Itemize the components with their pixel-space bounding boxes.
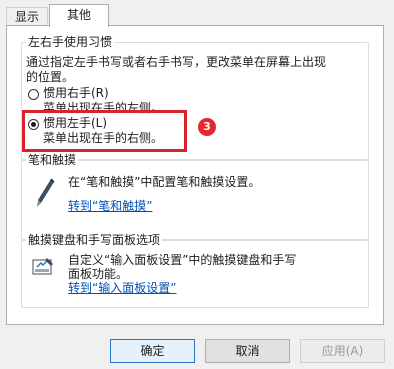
touch-keyboard-description-line2: 面板功能。: [68, 267, 129, 281]
tab-panel: 左右手使用习惯 通过指定左手书写或者右手书写，更改菜单在屏幕上出现 的位置。 惯…: [6, 25, 384, 325]
pen-touch-group: 笔和触摸 在“笔和触摸”中配置笔和触摸设置。 转到“笔和触摸”: [21, 152, 369, 240]
highlight-box: [22, 110, 187, 152]
touch-keyboard-description-line1: 自定义“输入面板设置”中的触摸键盘和手写: [68, 253, 297, 267]
touch-keyboard-group-title: 触摸键盘和手写面板选项: [26, 232, 163, 248]
handedness-group-title: 左右手使用习惯: [26, 34, 115, 50]
handedness-description-line2: 的位置。: [26, 70, 75, 84]
pen-touch-description: 在“笔和触摸”中配置笔和触摸设置。: [68, 175, 261, 189]
touch-keyboard-link[interactable]: 转到“输入面板设置”: [68, 281, 176, 296]
touch-keyboard-group: 触摸键盘和手写面板选项 自定义“输入面板设置”中的触摸键盘和手写 面板功能。 转…: [21, 232, 369, 308]
pen-touch-link[interactable]: 转到“笔和触摸”: [68, 199, 152, 214]
cancel-button[interactable]: 取消: [205, 339, 290, 363]
tablet-keyboard-icon: [32, 257, 54, 280]
pen-touch-group-title: 笔和触摸: [26, 152, 79, 168]
right-handed-label[interactable]: 惯用右手(R): [43, 86, 109, 101]
step-badge: 3: [198, 118, 216, 136]
pen-icon: [34, 177, 56, 212]
right-handed-radio[interactable]: [28, 89, 39, 100]
tab-display[interactable]: 显示: [6, 7, 48, 25]
apply-button[interactable]: 应用(A): [300, 339, 385, 363]
tab-other[interactable]: 其他: [49, 4, 109, 27]
ok-button[interactable]: 确定: [110, 339, 195, 363]
handedness-description-line1: 通过指定左手书写或者右手书写，更改菜单在屏幕上出现: [26, 55, 327, 69]
